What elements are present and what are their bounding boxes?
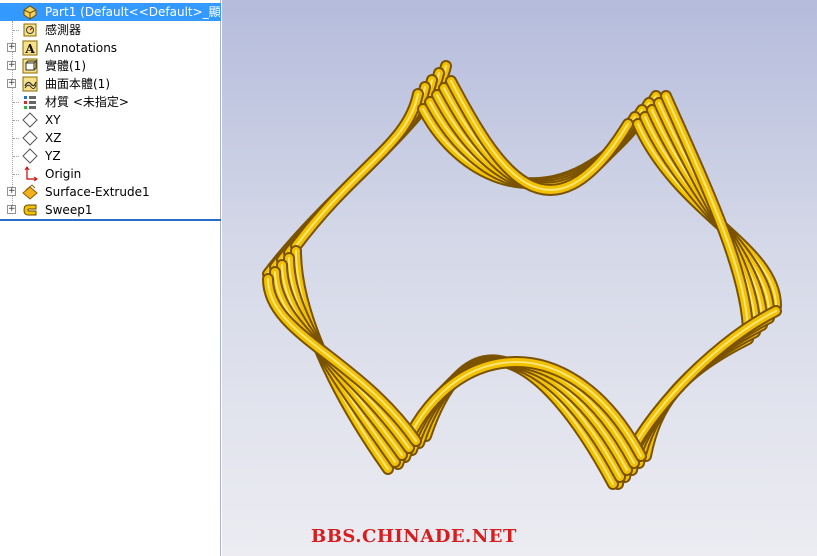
tree-item-label: 感測器 [45,23,82,37]
svg-text:A: A [24,42,35,56]
tree-connector [13,30,19,31]
tree-connector [13,174,19,175]
plane-icon [22,148,38,164]
plane-icon [22,112,38,128]
origin-icon [22,166,38,182]
tree-item-label: XZ [45,131,62,145]
tree-item-label: XY [45,113,61,127]
tree-root-part1[interactable]: Part1 (Default<<Default>_顯示狀態 [0,3,257,21]
tube-strand [642,335,752,460]
tree-item-label: 實體(1) [45,59,86,73]
solid-bodies-icon [22,58,38,74]
tree-item-label: Sweep1 [45,203,93,217]
tree-item-label: 曲面本體(1) [45,77,110,91]
yellow-twisted-sweep-model [262,60,782,490]
tree-item-origin[interactable]: Origin [0,165,221,183]
annotations-icon: A [22,40,38,56]
tree-item-surface-extrude1[interactable]: + Surface-Extrude1 [0,183,221,201]
watermark-text: BBS.CHINADE.NET [311,526,517,547]
material-icon [22,94,38,110]
tube-highlight [638,331,756,464]
tree-item-label: Origin [45,167,82,181]
tree-connector [13,120,19,121]
tree-item-surface-bodies[interactable]: + 曲面本體(1) [0,75,221,93]
expand-icon[interactable]: + [7,187,16,196]
tree-connector [13,156,19,157]
tube-strand [635,328,759,467]
expand-icon[interactable]: + [7,61,16,70]
tree-bottom-divider [0,219,221,221]
tree-item-label: Annotations [45,41,118,55]
part-icon [22,4,38,20]
tree-item-label: Surface-Extrude1 [45,185,150,199]
expand-icon[interactable]: + [7,43,16,52]
tree-connector [13,102,19,103]
tree-item-label: 材質 <未指定> [45,95,129,109]
graphics-viewport[interactable]: BBS.CHINADE.NET [222,0,817,556]
tree-item-plane-xz[interactable]: XZ [0,129,221,147]
expand-icon[interactable]: + [7,79,16,88]
tree-item-material[interactable]: 材質 <未指定> [0,93,221,111]
tree-item-plane-yz[interactable]: YZ [0,147,221,165]
tube-highlight [645,338,749,457]
tree-item-plane-xy[interactable]: XY [0,111,221,129]
tree-item-sweep1[interactable]: + Sweep1 [0,201,221,219]
feature-manager-tree: Part1 (Default<<Default>_顯示狀態 感測器 + A An… [0,0,257,556]
expand-icon[interactable]: + [7,205,16,214]
tube-strand [440,84,639,192]
surface-extrude-icon [22,184,38,200]
tree-item-sensors[interactable]: 感測器 [0,21,221,39]
tube-shadow [633,326,761,469]
sweep-icon [22,202,38,218]
plane-icon [22,130,38,146]
sensors-icon [22,22,38,38]
surface-bodies-icon [22,76,38,92]
tree-item-label: YZ [45,149,61,163]
tree-connector [13,138,19,139]
tree-item-solid-bodies[interactable]: + 實體(1) [0,57,221,75]
tube-shadow [640,333,754,462]
tree-item-annotations[interactable]: + A Annotations [0,39,221,57]
